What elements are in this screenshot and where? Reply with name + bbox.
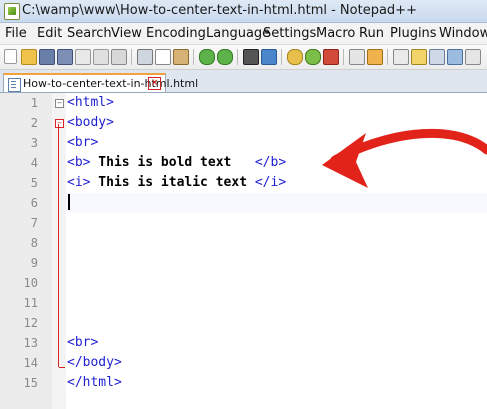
- menu-plugins[interactable]: Plugins: [390, 26, 437, 41]
- fold-range-end: [59, 367, 65, 368]
- sync-icon[interactable]: [323, 49, 339, 65]
- window-title: C:\wamp\www\How-to-center-text-in-html.h…: [22, 3, 417, 18]
- toolbar-separator: [131, 49, 132, 65]
- indent-guide-icon[interactable]: [411, 49, 427, 65]
- menu-window[interactable]: Window: [439, 26, 487, 41]
- paste-icon[interactable]: [173, 49, 189, 65]
- line-number: 10: [23, 276, 38, 290]
- toolbar-separator: [343, 49, 344, 65]
- file-icon: [8, 78, 21, 92]
- current-line-highlight: [66, 193, 487, 213]
- cut-icon[interactable]: [137, 49, 153, 65]
- new-file-icon[interactable]: [4, 49, 17, 64]
- line-number: 13: [23, 336, 38, 350]
- b-close-tag: </b>: [254, 155, 287, 170]
- title-bar: C:\wamp\www\How-to-center-text-in-html.h…: [0, 0, 487, 23]
- fold-margin: [52, 93, 66, 409]
- body-close-tag: </body>: [67, 355, 122, 370]
- find-icon[interactable]: [243, 49, 259, 65]
- doc-map-icon[interactable]: [429, 49, 445, 65]
- html-open-tag: <html>: [67, 95, 114, 110]
- print-icon[interactable]: [111, 49, 127, 65]
- tab-close-icon[interactable]: ×: [148, 77, 161, 90]
- undo-icon[interactable]: [199, 49, 215, 65]
- paragraph-icon[interactable]: [465, 49, 481, 65]
- line-number: 7: [30, 216, 38, 230]
- code-line-4: <b> This is bold text </b>: [67, 153, 286, 173]
- tab-label: How-to-center-text-in-html.html: [23, 77, 199, 90]
- wrap-icon[interactable]: [349, 49, 365, 65]
- tab-bar: How-to-center-text-in-html.html ×: [0, 70, 487, 93]
- line-number: 9: [30, 256, 38, 270]
- fold-toggle-body[interactable]: −: [55, 119, 64, 128]
- body-open-tag: <body>: [67, 115, 114, 130]
- copy-icon[interactable]: [155, 49, 171, 65]
- fold-toggle-html[interactable]: −: [55, 99, 64, 108]
- text-caret: [68, 194, 70, 210]
- save-icon[interactable]: [39, 49, 55, 65]
- line-number: 6: [30, 196, 38, 210]
- redo-icon[interactable]: [217, 49, 233, 65]
- line-number: 14: [23, 356, 38, 370]
- menu-macro[interactable]: Macro: [316, 26, 355, 41]
- code-editor[interactable]: [66, 93, 487, 409]
- toolbar-separator: [281, 49, 282, 65]
- code-line-15: </html>: [67, 373, 122, 393]
- line-number: 5: [30, 176, 38, 190]
- b-open-tag: <b>: [67, 155, 91, 170]
- i-open-tag: <i>: [67, 175, 91, 190]
- line-number: 11: [23, 296, 38, 310]
- toolbar-separator: [387, 49, 388, 65]
- code-line-14: </body>: [67, 353, 122, 373]
- fold-range-line: [58, 124, 59, 367]
- save-all-icon[interactable]: [57, 49, 73, 65]
- html-close-tag: </html>: [67, 375, 122, 390]
- line-number: 1: [30, 96, 38, 110]
- code-line-2: <body>: [67, 113, 114, 133]
- menu-search[interactable]: Search: [67, 26, 112, 41]
- line-number: 2: [30, 116, 38, 130]
- br-tag: <br>: [67, 335, 99, 350]
- line-number: 15: [23, 376, 38, 390]
- menu-encoding[interactable]: Encoding: [146, 26, 206, 41]
- toolbar-separator: [193, 49, 194, 65]
- replace-icon[interactable]: [261, 49, 277, 65]
- close-all-icon[interactable]: [93, 49, 109, 65]
- menu-view[interactable]: View: [111, 26, 142, 41]
- close-icon[interactable]: [75, 49, 91, 65]
- tab-how-to-center-text[interactable]: How-to-center-text-in-html.html ×: [3, 73, 198, 92]
- zoom-in-icon[interactable]: [287, 49, 303, 65]
- menu-edit[interactable]: Edit: [37, 26, 62, 41]
- code-line-13: <br>: [67, 333, 98, 353]
- i-close-tag: </i>: [254, 175, 287, 190]
- menu-run[interactable]: Run: [359, 26, 384, 41]
- br-tag: <br>: [67, 135, 99, 150]
- show-all-icon[interactable]: [393, 49, 409, 65]
- zoom-out-icon[interactable]: [305, 49, 321, 65]
- bold-text: This is bold text: [90, 155, 255, 170]
- app-icon: [4, 3, 20, 20]
- line-number: 8: [30, 236, 38, 250]
- menu-settings[interactable]: Settings: [263, 26, 316, 41]
- line-number: 3: [30, 136, 38, 150]
- line-number: 4: [30, 156, 38, 170]
- function-list-icon[interactable]: [447, 49, 463, 65]
- code-line-3: <br>: [67, 133, 98, 153]
- indent-icon[interactable]: [367, 49, 383, 65]
- toolbar-separator: [237, 49, 238, 65]
- line-number: 12: [23, 316, 38, 330]
- line-number-gutter: 1 2 3 4 5 6 7 8 9 10 11 12 13 14 15: [0, 93, 53, 409]
- menu-file[interactable]: File: [5, 26, 27, 41]
- code-line-5: <i> This is italic text </i>: [67, 173, 286, 193]
- menu-bar: File Edit Search View Encoding Language …: [0, 23, 487, 45]
- toolbar: [0, 45, 487, 70]
- code-line-1: <html>: [67, 93, 114, 113]
- italic-text: This is italic text: [90, 175, 255, 190]
- open-icon[interactable]: [21, 49, 37, 65]
- menu-language[interactable]: Language: [206, 26, 270, 41]
